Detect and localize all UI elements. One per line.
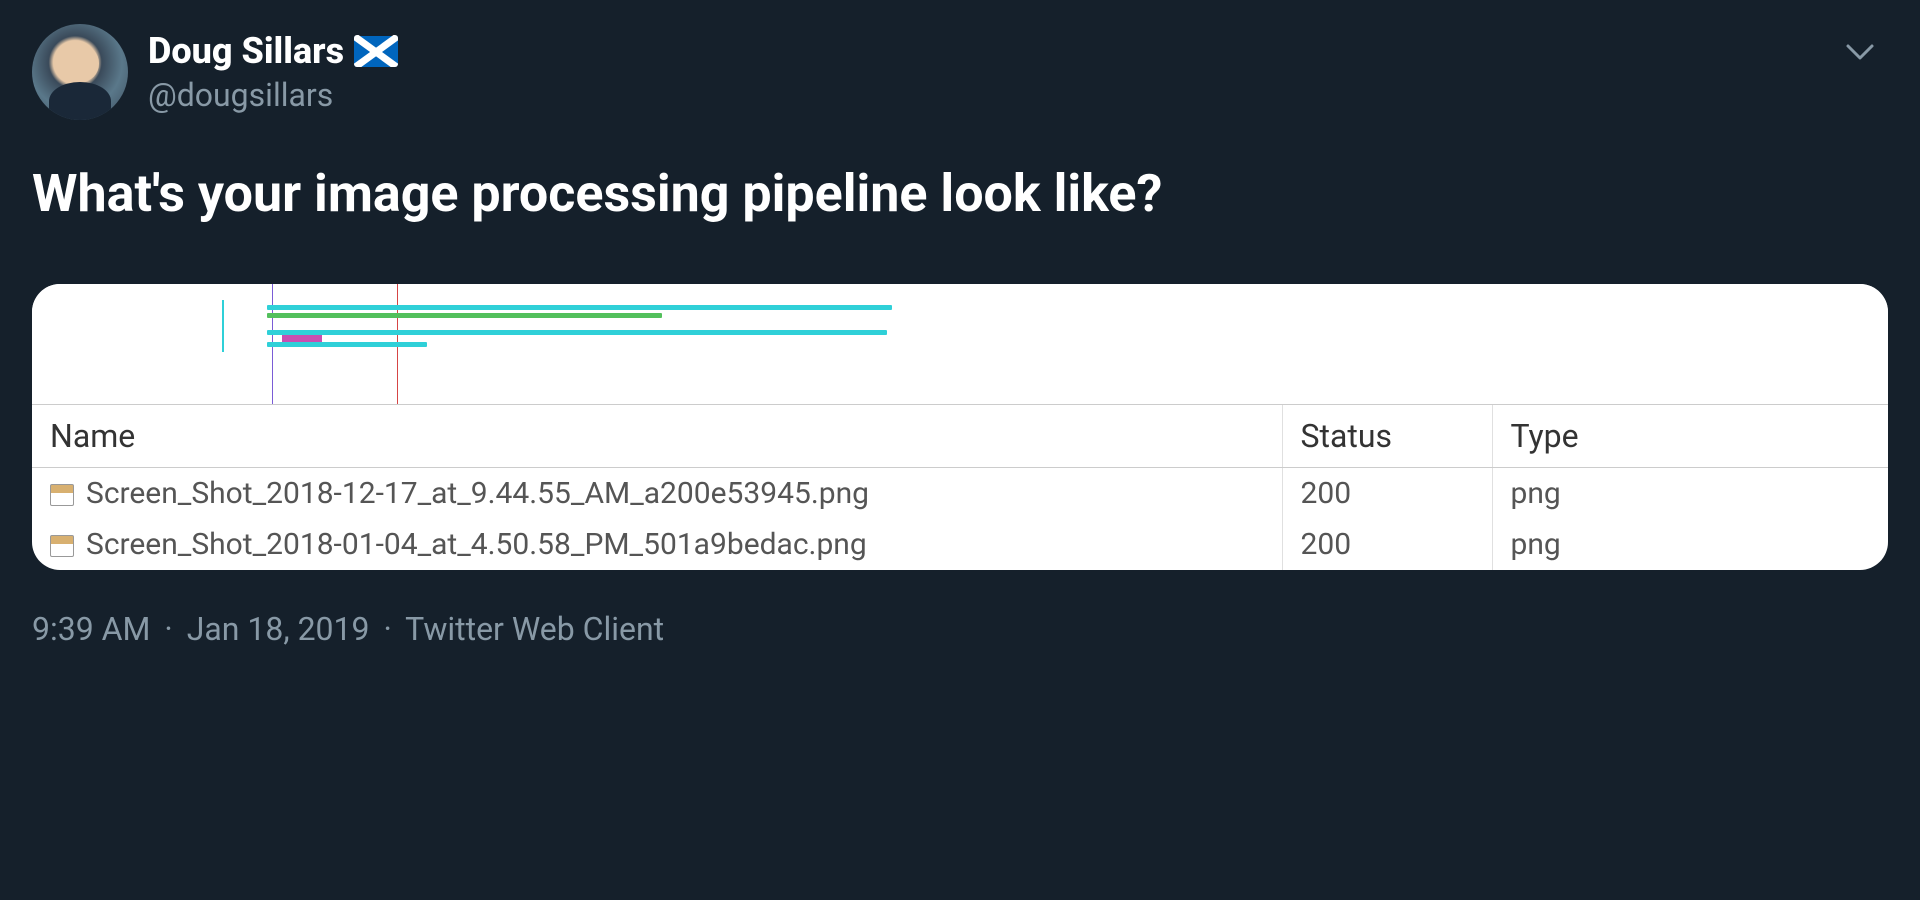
scotland-flag-icon [354, 35, 398, 67]
tweet-date[interactable]: Jan 18, 2019 [187, 610, 370, 648]
cell-status: 200 [1282, 467, 1492, 519]
tweet-header: Doug Sillars @dougsillars [32, 24, 1888, 120]
waterfall-bar [267, 330, 887, 335]
cell-status: 200 [1282, 519, 1492, 570]
cell-type: png [1492, 467, 1888, 519]
tweet-menu-button[interactable] [1842, 24, 1888, 74]
waterfall-bar [267, 305, 892, 310]
tweet-text: What's your image processing pipeline lo… [32, 160, 1888, 228]
tweet-attachment-image[interactable]: Name Status Type Screen_Shot_2018-12-17_… [32, 284, 1888, 570]
table-row[interactable]: Screen_Shot_2018-12-17_at_9.44.55_AM_a20… [32, 467, 1888, 519]
waterfall-bar [267, 342, 427, 347]
column-header-type[interactable]: Type [1492, 404, 1888, 467]
waterfall-row [32, 302, 1888, 324]
display-name-row[interactable]: Doug Sillars [148, 30, 398, 72]
cell-name: Screen_Shot_2018-01-04_at_4.50.58_PM_501… [32, 519, 1282, 570]
separator-dot: · [383, 610, 391, 648]
avatar[interactable] [32, 24, 128, 120]
user-handle[interactable]: @dougsillars [148, 76, 398, 114]
table-row[interactable]: Screen_Shot_2018-01-04_at_4.50.58_PM_501… [32, 519, 1888, 570]
display-name: Doug Sillars [148, 30, 344, 72]
cell-name: Screen_Shot_2018-12-17_at_9.44.55_AM_a20… [32, 467, 1282, 519]
user-info[interactable]: Doug Sillars @dougsillars [32, 24, 398, 120]
waterfall-tick [222, 326, 224, 352]
tweet-footer: 9:39 AM · Jan 18, 2019 · Twitter Web Cli… [32, 610, 1888, 648]
waterfall-tick [222, 300, 224, 326]
file-name: Screen_Shot_2018-12-17_at_9.44.55_AM_a20… [86, 476, 869, 511]
file-name: Screen_Shot_2018-01-04_at_4.50.58_PM_501… [86, 527, 867, 562]
network-waterfall [32, 284, 1888, 404]
column-header-name[interactable]: Name [32, 404, 1282, 467]
tweet-time[interactable]: 9:39 AM [32, 610, 150, 648]
waterfall-row [32, 328, 1888, 350]
column-header-status[interactable]: Status [1282, 404, 1492, 467]
tweet-source[interactable]: Twitter Web Client [405, 610, 664, 648]
image-file-icon [50, 484, 74, 506]
separator-dot: · [164, 610, 172, 648]
table-header-row: Name Status Type [32, 404, 1888, 467]
chevron-down-icon [1842, 34, 1878, 70]
cell-type: png [1492, 519, 1888, 570]
image-file-icon [50, 535, 74, 557]
waterfall-bar [267, 313, 662, 318]
network-table: Name Status Type Screen_Shot_2018-12-17_… [32, 404, 1888, 570]
names-block: Doug Sillars @dougsillars [148, 30, 398, 114]
